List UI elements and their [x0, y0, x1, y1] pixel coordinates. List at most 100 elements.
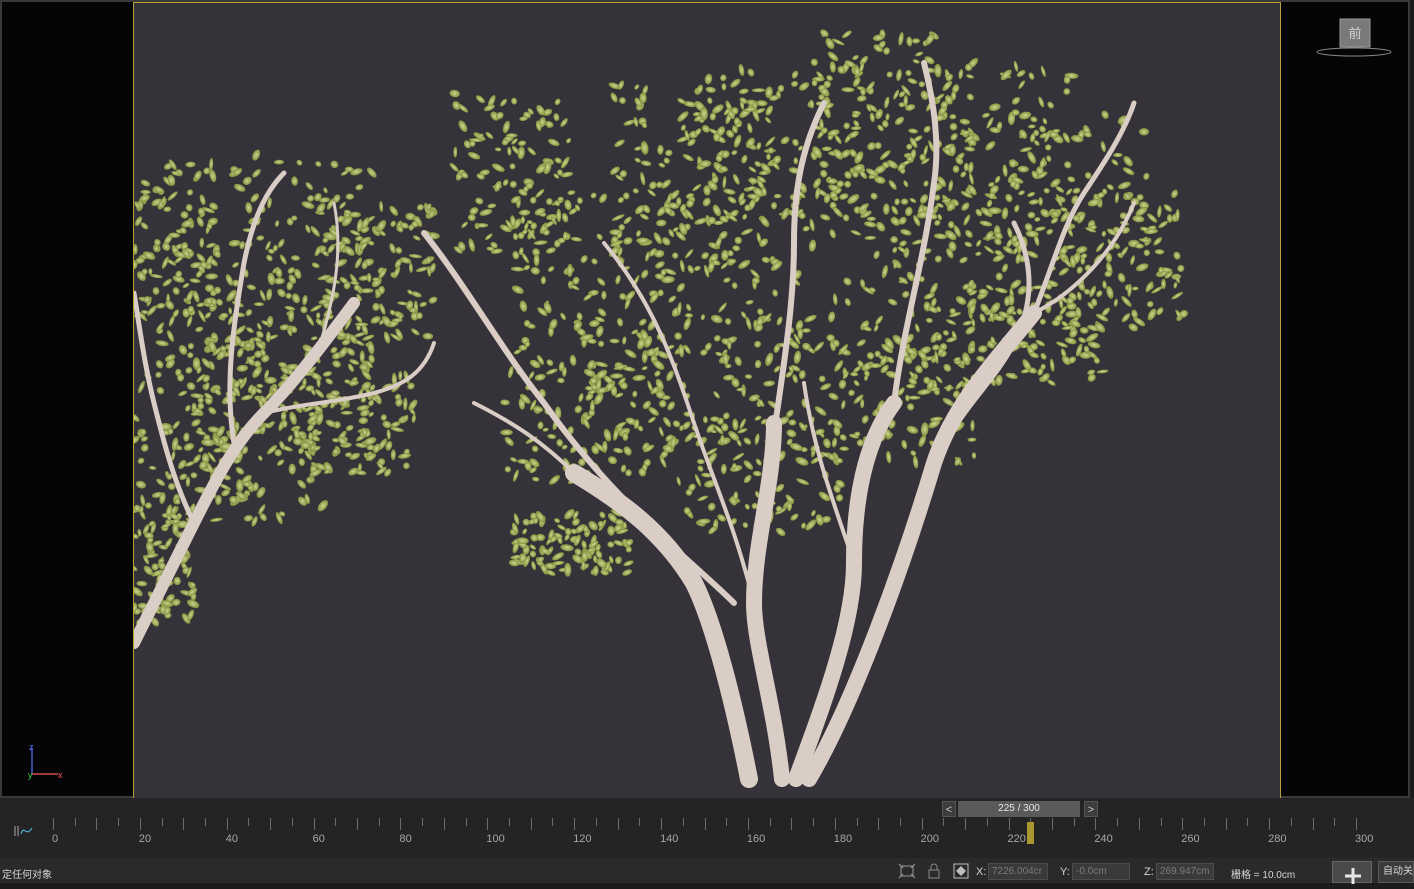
leaf — [820, 383, 832, 391]
leaf — [510, 457, 518, 462]
leaf — [879, 150, 891, 160]
leaf — [140, 179, 151, 187]
leaf — [1117, 181, 1131, 190]
leaf — [1018, 190, 1025, 196]
curve-editor-icon[interactable] — [12, 824, 34, 838]
track-tick — [335, 818, 337, 826]
leaf — [556, 439, 564, 447]
time-track[interactable]: 0 20 40 60 80 100 120 140 160 180 200 220 240 260 280 3… — [50, 818, 1373, 856]
leaf — [187, 352, 194, 359]
track-tick — [53, 818, 54, 830]
leaf — [529, 544, 536, 550]
leaf — [742, 213, 748, 220]
track-tick — [1117, 818, 1119, 826]
leaf — [531, 561, 536, 571]
perspective-viewport[interactable]: 前 z y x — [0, 0, 1410, 800]
leaf — [547, 266, 555, 272]
leaf — [721, 83, 727, 91]
leaf — [1132, 286, 1139, 291]
axis-tripod: z y x — [28, 742, 63, 780]
leaf — [662, 237, 671, 246]
leaf — [1131, 309, 1138, 319]
leaf — [554, 518, 561, 524]
leaf — [458, 120, 468, 133]
leaf — [566, 138, 572, 144]
track-tick — [1247, 818, 1249, 826]
track-tick — [1051, 818, 1053, 830]
leaf — [685, 313, 693, 318]
track-tick — [509, 818, 511, 826]
leaf — [245, 309, 253, 316]
leaf — [1132, 215, 1145, 223]
time-slider-thumb[interactable]: 225 / 300 — [958, 801, 1080, 817]
leaf — [623, 216, 632, 225]
leaf — [757, 308, 764, 316]
leaf — [196, 216, 204, 227]
leaf — [907, 78, 918, 85]
leaf — [873, 324, 879, 332]
leaf — [250, 193, 260, 203]
leaf — [994, 287, 1008, 294]
auto-key-button[interactable]: 自动关 — [1378, 861, 1414, 883]
leaf — [994, 175, 1001, 184]
leaf — [888, 180, 897, 190]
leaf — [815, 187, 821, 200]
leaf — [403, 397, 408, 411]
leaf — [838, 379, 847, 389]
leaf — [411, 328, 420, 336]
leaf — [1171, 189, 1179, 198]
leaf — [959, 118, 971, 125]
leaf — [971, 452, 977, 459]
leaf — [825, 37, 835, 50]
leaf — [920, 422, 929, 437]
leaf — [518, 209, 531, 216]
leaf — [1013, 60, 1019, 72]
absolute-mode-icon[interactable] — [952, 863, 970, 879]
leaf — [925, 317, 933, 323]
leaf — [1015, 253, 1022, 264]
leaf — [720, 74, 727, 82]
previous-frame-button[interactable]: < — [942, 801, 956, 817]
track-tick-label: 100 — [486, 833, 505, 845]
leaf — [1040, 65, 1046, 77]
leaf — [765, 105, 774, 116]
track-tick — [205, 818, 207, 826]
leaf — [899, 240, 907, 247]
leaf — [832, 293, 838, 306]
leaf — [764, 117, 772, 124]
leaf — [654, 370, 661, 377]
x-coord-field[interactable]: 7226.004cr — [988, 863, 1048, 880]
leaf — [949, 114, 957, 120]
playhead-marker[interactable] — [1027, 822, 1035, 844]
set-key-button[interactable] — [1332, 861, 1372, 884]
next-frame-button[interactable]: > — [1084, 801, 1098, 817]
leaf — [307, 195, 315, 202]
leaf — [570, 236, 583, 242]
y-coord-field[interactable]: -0.0cm — [1072, 863, 1130, 880]
lock-selection-icon[interactable] — [925, 863, 943, 879]
leaf — [761, 256, 770, 263]
leaf — [1045, 144, 1052, 151]
leaf — [883, 47, 890, 55]
leaf — [915, 51, 924, 57]
leaf — [1101, 110, 1109, 119]
track-tick — [1312, 818, 1314, 830]
leaf — [1047, 379, 1056, 386]
track-tick — [183, 818, 185, 830]
maximize-viewport-icon[interactable] — [898, 863, 916, 879]
leaf — [738, 88, 749, 95]
leaf — [172, 420, 180, 430]
leaf — [839, 434, 847, 441]
leaf — [923, 125, 931, 133]
leaf — [1027, 124, 1036, 129]
time-slider[interactable]: < 225 / 300 > — [942, 801, 1098, 817]
leaf — [866, 352, 875, 360]
leaf — [657, 144, 664, 155]
track-tick-label: 260 — [1181, 833, 1200, 845]
viewcube[interactable]: 前 — [1315, 16, 1393, 60]
leaf — [741, 154, 748, 164]
leaf — [988, 103, 1001, 112]
z-coord-field[interactable]: 269.947cm — [1156, 863, 1214, 880]
leaf — [256, 235, 265, 241]
leaf — [380, 414, 387, 421]
